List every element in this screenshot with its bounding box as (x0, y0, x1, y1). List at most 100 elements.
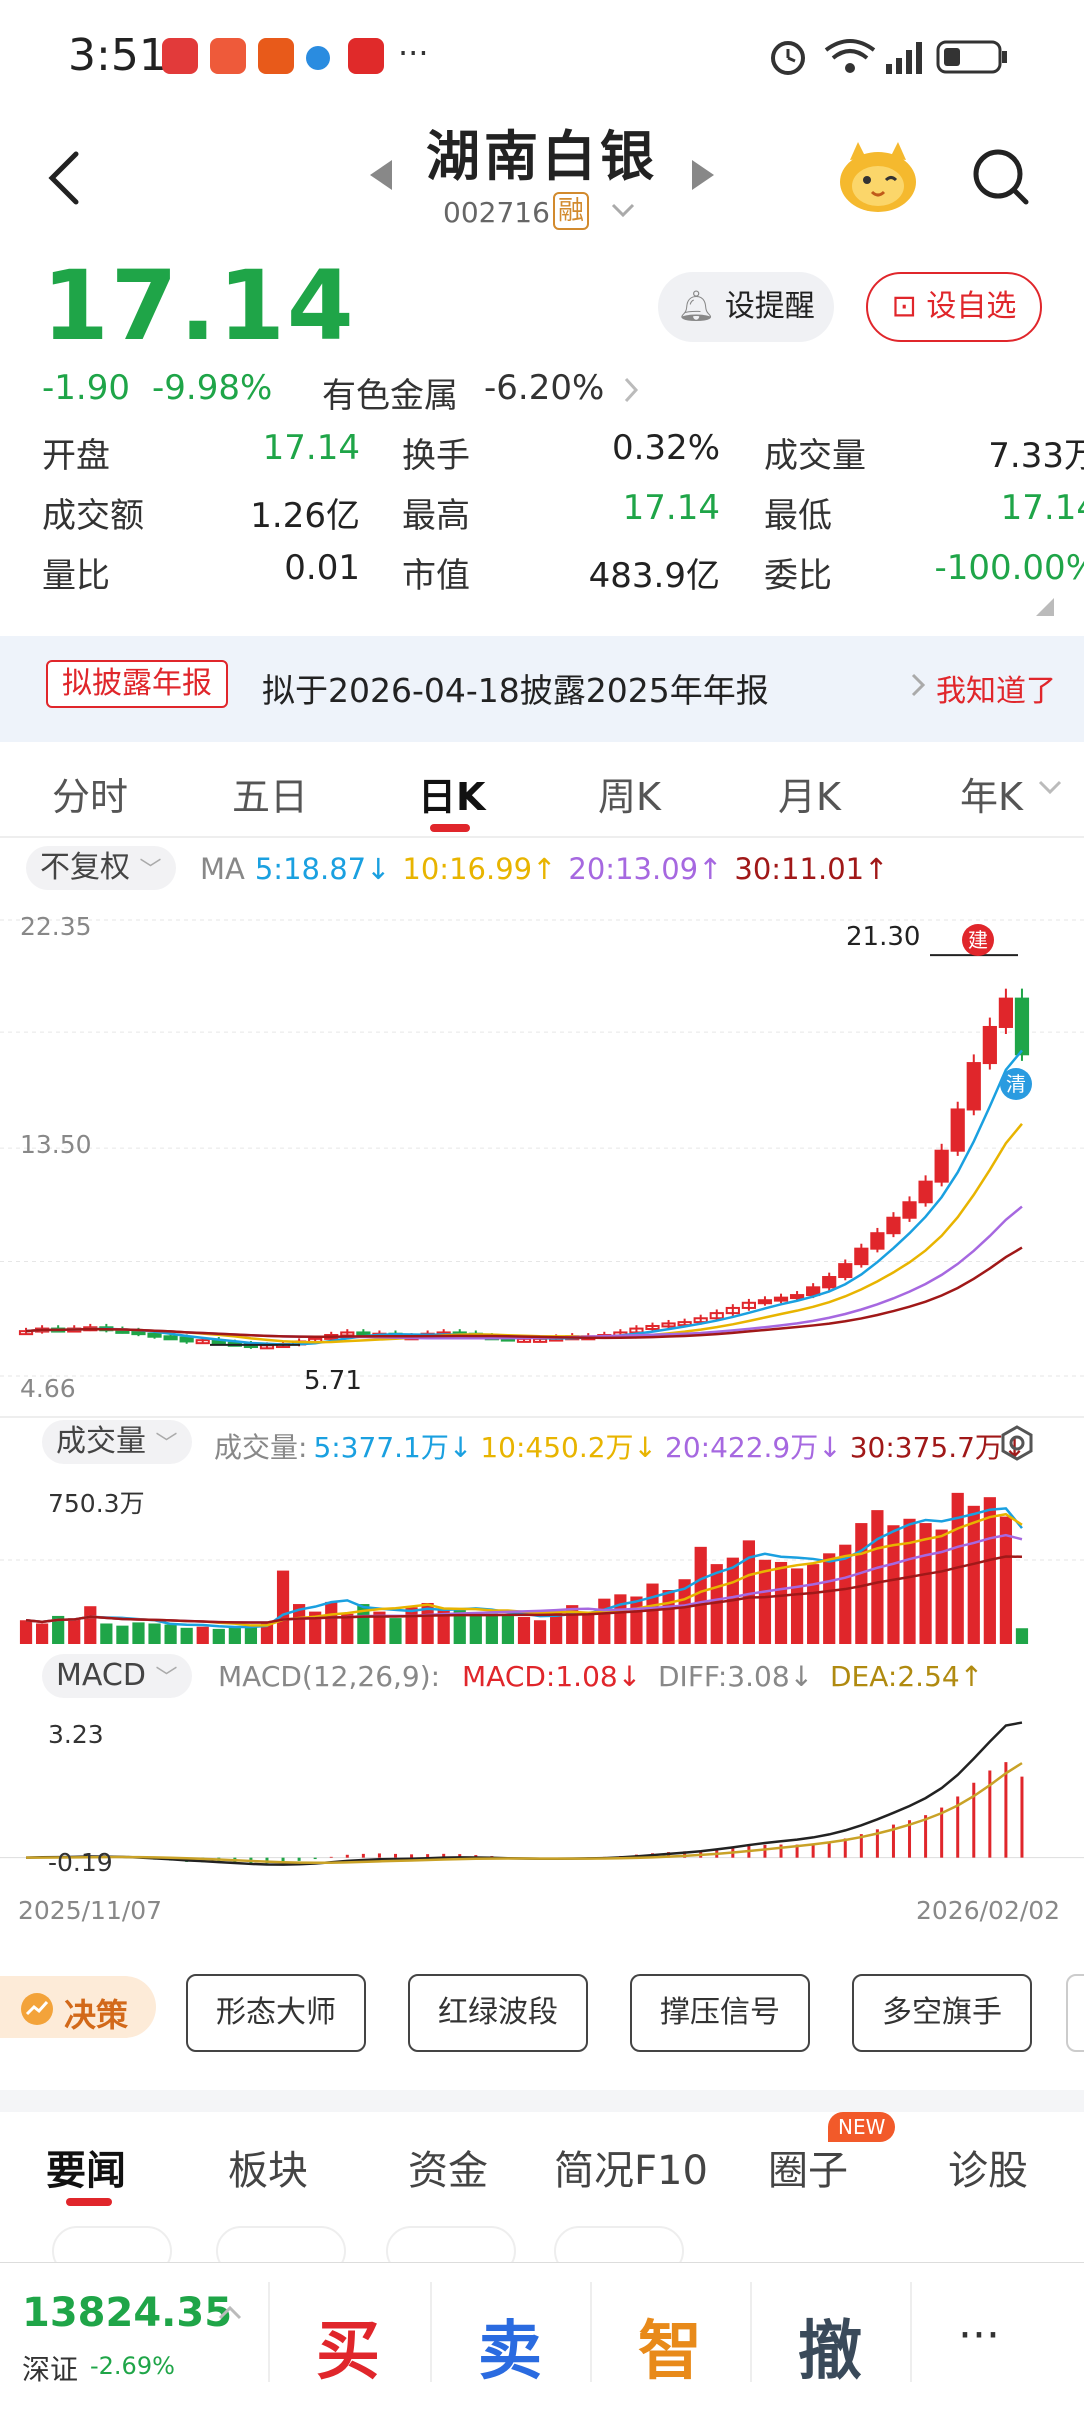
news-tab[interactable]: 板块 (228, 2138, 308, 2196)
index-value[interactable]: 13824.35 (22, 2290, 232, 2336)
volume-bar (325, 1601, 338, 1644)
ma-value: 10:16.99↑ (402, 852, 557, 886)
news-tab[interactable]: 简况F10 (554, 2138, 708, 2196)
ma-line-20 (25, 1205, 1023, 1340)
stat-value: -100.00% (934, 548, 1084, 588)
price-axis-top: 22.35 (20, 912, 92, 941)
decision-chip[interactable]: 红绿波段 (408, 1974, 588, 2052)
divider (910, 2282, 912, 2382)
decision-chip[interactable]: 多空旗手 (852, 1974, 1032, 2052)
volume-bar (582, 1612, 595, 1644)
chevron-right-icon[interactable] (622, 376, 640, 404)
macd-axis-bottom: -0.19 (48, 1848, 113, 1877)
high-price-marker: 21.30 (846, 922, 921, 952)
settings-icon[interactable] (998, 1424, 1036, 1462)
current-price: 17.14 (42, 250, 356, 362)
tab-4[interactable]: 周K (598, 766, 661, 821)
sell-button[interactable]: 卖 (478, 2300, 542, 2392)
candle (918, 1180, 933, 1204)
volume-bar (630, 1596, 643, 1644)
smart-trade-button[interactable]: 智 (638, 2300, 702, 2392)
volume-bar (967, 1505, 980, 1644)
stat-label: 换手 (402, 436, 470, 476)
expand-corner-icon[interactable] (1036, 598, 1054, 616)
volume-bar (662, 1590, 675, 1644)
tab-6[interactable]: 年K (960, 766, 1023, 821)
chevron-down-icon: ﹀ (155, 1432, 178, 1457)
search-icon[interactable] (970, 146, 1032, 208)
tab-3[interactable]: 日K (418, 766, 485, 821)
more-icon[interactable]: ··· (958, 2310, 1000, 2361)
candle (838, 1263, 853, 1279)
volume-bar (132, 1622, 145, 1644)
set-alert-button[interactable]: 🔔︎ 设提醒 (658, 272, 834, 342)
divider (0, 836, 1084, 838)
volume-bar (485, 1613, 498, 1644)
ma-value: 5:18.87↓ (254, 852, 391, 886)
tab-1[interactable]: 分时 (52, 766, 128, 821)
sector-change-pct[interactable]: -6.20% (484, 368, 604, 408)
volume-bar (469, 1613, 482, 1644)
volume-bar (774, 1561, 788, 1644)
stat-value: 0.32% (611, 428, 720, 468)
volume-ma-value: 20:422.9万↓ (665, 1431, 842, 1464)
volume-bar (807, 1564, 820, 1644)
stat-label: 市值 (402, 556, 470, 596)
stock-code: 002716 (443, 196, 550, 229)
banner-text[interactable]: 拟于2026-04-18披露2025年年报 (262, 664, 769, 712)
tab-5[interactable]: 月K (778, 766, 841, 821)
app-notification-icon (258, 38, 294, 74)
build-position-badge[interactable]: 建 (962, 924, 994, 956)
ma-prefix: MA (200, 852, 245, 886)
macd-chart[interactable] (0, 1708, 1084, 1878)
kline-chart[interactable] (0, 900, 1084, 1400)
volume-ma-value: 10:450.2万↓ (480, 1431, 657, 1464)
volume-chart[interactable] (0, 1474, 1084, 1650)
volume-bar (164, 1624, 177, 1644)
next-stock-icon[interactable] (688, 158, 716, 192)
macd-params: MACD(12,26,9): (218, 1660, 441, 1693)
chip-overflow[interactable] (1066, 1974, 1084, 2052)
clear-position-badge[interactable]: 清 (1000, 1068, 1032, 1100)
news-tab[interactable]: 诊股 (948, 2138, 1028, 2196)
volume-bar (19, 1620, 33, 1644)
tab-2[interactable]: 五日 (232, 766, 308, 821)
candle (902, 1201, 917, 1219)
divider (268, 2282, 270, 2382)
candle (806, 1286, 821, 1297)
stat-value: 483.9亿 (588, 556, 720, 596)
section-gap (0, 2090, 1084, 2112)
decision-chip[interactable]: 形态大师 (186, 1974, 366, 2052)
decision-chip[interactable]: 撑压信号 (630, 1974, 810, 2052)
volume-bar (116, 1625, 129, 1644)
sector-name[interactable]: 有色金属 (322, 368, 458, 417)
news-tab[interactable]: 资金 (408, 2138, 488, 2196)
news-tab[interactable]: 要闻 (46, 2138, 126, 2196)
volume-bar (1015, 1628, 1029, 1644)
adjust-selector[interactable]: 不复权 ﹀ (26, 846, 176, 890)
volume-bar (871, 1510, 884, 1644)
candle (950, 1108, 965, 1152)
news-tab[interactable]: 圈子 (768, 2138, 848, 2196)
macd-indicator-selector[interactable]: MACD ﹀ (42, 1654, 192, 1698)
stat-label: 最低 (764, 496, 832, 536)
dea-value: DEA:2.54↑ (830, 1660, 984, 1693)
volume-indicator-selector[interactable]: 成交量 ﹀ (42, 1420, 192, 1464)
mascot-avatar[interactable] (836, 140, 920, 214)
buy-button[interactable]: 买 (316, 2300, 380, 2392)
volume-bar (148, 1623, 161, 1644)
chevron-down-icon[interactable] (610, 202, 636, 220)
ma-legend: MA 5:18.87↓ 10:16.99↑ 20:13.09↑ 30:11.01↑ (200, 852, 900, 886)
candle (998, 997, 1014, 1028)
candle (179, 1336, 194, 1343)
add-watchlist-button[interactable]: ⊡ 设自选 (866, 272, 1042, 342)
cancel-order-button[interactable]: 撤 (798, 2300, 862, 2392)
app-notification-icon (162, 38, 198, 74)
volume-bar (180, 1627, 193, 1644)
dismiss-banner-button[interactable]: 我知道了 (936, 666, 1056, 710)
volume-bar (790, 1568, 804, 1644)
chevron-up-icon[interactable] (218, 2304, 242, 2320)
banner-tag: 拟披露年报 (46, 660, 228, 708)
chevron-down-icon[interactable] (1038, 780, 1062, 796)
volume-bar (212, 1628, 225, 1644)
